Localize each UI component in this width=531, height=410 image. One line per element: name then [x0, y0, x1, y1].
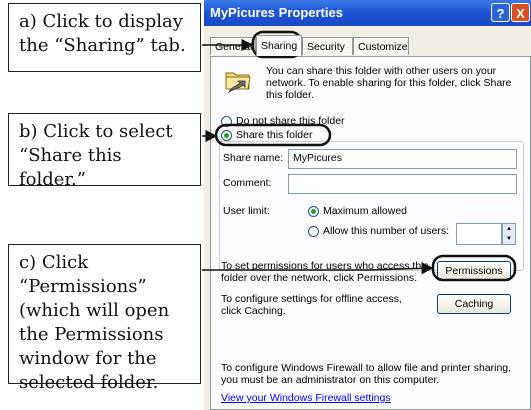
firewall-text: To configure Windows Firewall to allow f…: [221, 362, 512, 386]
help-button[interactable]: ?: [491, 3, 510, 22]
permissions-button[interactable]: Permissions: [437, 261, 511, 281]
allow-number-label: Allow this number of users:: [323, 225, 450, 237]
share-folder-radio[interactable]: [221, 129, 232, 141]
comment-label: Comment:: [223, 177, 272, 189]
title-bar: MyPicures Properties ? X: [204, 0, 531, 26]
sharing-panel: You can share this folder with other use…: [210, 56, 531, 410]
tab-sharing[interactable]: Sharing: [256, 35, 302, 56]
user-count-input[interactable]: [456, 223, 502, 245]
share-name-input[interactable]: MyPicures: [288, 149, 517, 169]
allow-number-option[interactable]: Allow this number of users:: [308, 225, 449, 237]
firewall-settings-link[interactable]: View your Windows Firewall settings: [221, 392, 391, 404]
sharing-intro-text: You can share this folder with other use…: [266, 65, 512, 101]
comment-input[interactable]: [288, 174, 517, 194]
max-allowed-option[interactable]: Maximum allowed: [308, 205, 407, 217]
share-folder-label: Share this folder: [236, 129, 313, 141]
user-count-spinner[interactable]: ▲ ▼: [502, 223, 516, 245]
callout-a: a) Click to display the “Sharing” tab.: [8, 3, 201, 72]
tab-security[interactable]: Security: [302, 37, 353, 55]
do-not-share-radio[interactable]: [221, 115, 232, 127]
offline-access-text: To configure settings for offline access…: [221, 293, 402, 317]
max-allowed-label: Maximum allowed: [323, 205, 408, 217]
do-not-share-option[interactable]: Do not share this folder: [221, 115, 345, 127]
permissions-text: To set permissions for users who access …: [221, 260, 429, 284]
allow-number-radio[interactable]: [308, 225, 319, 237]
max-allowed-radio[interactable]: [308, 205, 319, 217]
callout-c: c) Click “Permissions” (which will open …: [8, 244, 201, 393]
callout-b: b) Click to select “Share this folder.”: [8, 113, 201, 190]
tab-general[interactable]: General: [210, 37, 256, 55]
properties-dialog: MyPicures Properties ? X General Sharing…: [204, 0, 531, 410]
shared-folder-icon: [225, 72, 251, 93]
share-folder-option[interactable]: Share this folder: [221, 129, 312, 141]
close-button[interactable]: X: [511, 3, 530, 22]
do-not-share-label: Do not share this folder: [236, 115, 345, 127]
caching-button[interactable]: Caching: [437, 294, 511, 314]
share-settings-group: Share name: MyPicures Comment: User limi…: [219, 141, 524, 271]
tab-customize[interactable]: Customize: [353, 37, 409, 55]
window-title: MyPicures Properties: [210, 5, 343, 20]
share-name-label: Share name:: [223, 152, 284, 164]
user-limit-label: User limit:: [223, 205, 270, 217]
